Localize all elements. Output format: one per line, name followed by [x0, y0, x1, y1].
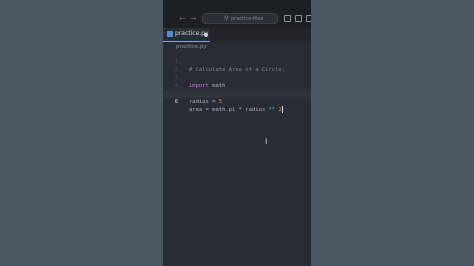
- code-area[interactable]: 1 # Calculate Area of a Circle: 2 3 impo…: [163, 50, 311, 113]
- code-line: 1 # Calculate Area of a Circle:: [163, 50, 311, 73]
- text-caret: [281, 106, 283, 113]
- python-file-icon: [167, 31, 173, 37]
- code-token: radius =: [189, 99, 219, 105]
- number-token: 2: [275, 107, 282, 113]
- background-left: [0, 0, 163, 266]
- panel-bottom-icon[interactable]: [295, 15, 302, 22]
- search-input[interactable]: ⚲ practice-files: [202, 13, 278, 24]
- title-bar: ← → ⚲ practice-files: [163, 0, 311, 28]
- search-placeholder: practice-files: [231, 16, 264, 22]
- sidebar-left-icon[interactable]: [284, 15, 291, 22]
- code-token: area = math.pi * radius: [189, 107, 269, 113]
- code-line: 3 import math: [163, 66, 311, 89]
- tab-practice-py[interactable]: practice.py: [163, 28, 210, 42]
- code-line-active: 6 area = math.pi * radius ** 2: [163, 90, 311, 113]
- tab-bar: practice.py: [163, 28, 311, 42]
- code-line: 5 radius = 5: [163, 82, 311, 105]
- code-text: area = math.pi * radius ** 2: [189, 106, 283, 114]
- text-cursor-icon: I: [265, 137, 268, 146]
- background-right: [311, 0, 474, 266]
- unsaved-dot-icon[interactable]: [204, 33, 208, 37]
- search-icon: ⚲: [224, 15, 229, 22]
- arrow-left-icon[interactable]: ←: [179, 14, 186, 24]
- sidebar-right-icon[interactable]: [306, 15, 311, 22]
- code-line: 4: [163, 74, 311, 89]
- code-editor-window: ← → ⚲ practice-files practice.py practic…: [163, 0, 311, 266]
- arrow-right-icon[interactable]: →: [190, 14, 197, 24]
- line-number: 6: [174, 99, 178, 105]
- number-token: 5: [218, 99, 223, 105]
- code-line: 2: [163, 58, 311, 73]
- code-text: radius = 5: [189, 98, 222, 106]
